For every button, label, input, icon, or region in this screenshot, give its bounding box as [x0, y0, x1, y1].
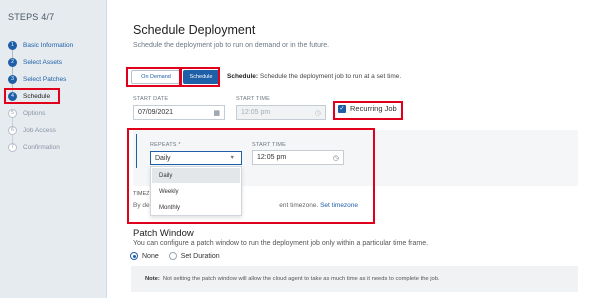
clock-icon[interactable]: ◷ [333, 154, 339, 162]
step-number: 2 [8, 57, 17, 67]
patch-window-note: Note: Not setting the patch window will … [131, 266, 578, 292]
step-number: 1 [8, 40, 17, 50]
step-label: Select Assets [23, 58, 63, 66]
mode-description: Schedule: Schedule the deployment job to… [227, 73, 401, 80]
radio-none[interactable] [130, 252, 138, 260]
step-job-access: 6 Job Access [8, 123, 56, 137]
step-options: 5 Options [8, 106, 45, 120]
start-date-label: START DATE [133, 96, 169, 102]
recurring-start-time-label: START TIME [252, 142, 286, 148]
step-select-patches[interactable]: 3 Select Patches [8, 72, 66, 86]
step-label: Options [23, 109, 46, 117]
page-title: Schedule Deployment [133, 23, 256, 37]
calendar-icon[interactable]: ▦ [213, 109, 220, 117]
note-text: Not setting the patch window will allow … [162, 276, 440, 282]
step-number: 6 [8, 125, 17, 135]
start-date-value: 07/09/2021 [138, 109, 174, 116]
radio-set-duration[interactable] [168, 252, 177, 260]
patch-window-options: None Set Duration [130, 252, 220, 260]
repeats-option-weekly[interactable]: Weekly [152, 184, 240, 199]
repeats-option-monthly[interactable]: Monthly [152, 200, 240, 215]
mode-description-text: Schedule the deployment job to run at a … [258, 73, 402, 80]
step-number: 3 [8, 74, 17, 84]
step-basic-information[interactable]: 1 Basic Information [8, 38, 73, 52]
step-label: Basic Information [23, 41, 74, 49]
repeats-option-daily[interactable]: Daily [152, 168, 240, 183]
step-label: Select Patches [23, 75, 67, 83]
caret-down-icon: ▼ [229, 155, 235, 161]
step-number: 7 [8, 142, 17, 152]
note-bold: Note: [145, 276, 160, 282]
highlight-box-on-demand [126, 67, 181, 87]
highlight-box-schedule-step [4, 88, 60, 104]
step-number: 5 [8, 108, 17, 118]
set-timezone-link[interactable]: Set timezone [320, 202, 358, 209]
step-confirmation: 7 Confirmation [8, 140, 60, 154]
recurring-start-time-field[interactable]: 12:05 pm ◷ [252, 150, 344, 165]
start-date-field[interactable]: 07/09/2021 ▦ [133, 105, 225, 120]
radio-none-label: None [142, 252, 159, 260]
clock-icon: ◷ [314, 110, 321, 117]
page-subtitle: Schedule the deployment job to run on de… [133, 42, 330, 49]
steps-counter: STEPS 4/7 [8, 12, 55, 22]
repeats-value: Daily [155, 154, 171, 162]
recurring-start-time-value: 12:05 pm [257, 154, 287, 161]
step-label: Job Access [23, 126, 56, 134]
repeats-dropdown[interactable]: Daily ▼ [150, 151, 242, 165]
patch-window-title: Patch Window [133, 228, 194, 239]
mode-description-bold: Schedule: [227, 73, 259, 80]
start-time-label: START TIME [236, 96, 270, 102]
timezone-label: TIMEZ [133, 191, 150, 197]
start-time-field: 12:05 pm ◷ [236, 105, 326, 120]
radio-set-duration-label: Set Duration [180, 252, 220, 260]
timezone-text-end: ent timezone. [279, 202, 319, 209]
highlight-box-schedule [180, 67, 220, 87]
start-time-value: 12:05 pm [241, 109, 271, 116]
repeats-options-menu: Daily Weekly Monthly [150, 166, 242, 216]
panel-accent-line [136, 134, 137, 168]
timezone-text-start: By de [133, 202, 150, 209]
repeats-label: REPEATS * [150, 142, 181, 148]
steps-sidebar: STEPS 4/7 1 Basic Information 2 Select A… [0, 0, 107, 298]
patch-window-subtitle: You can configure a patch window to run … [133, 240, 429, 247]
step-select-assets[interactable]: 2 Select Assets [8, 55, 62, 69]
step-label: Confirmation [23, 143, 60, 151]
highlight-box-recurring [333, 101, 403, 120]
